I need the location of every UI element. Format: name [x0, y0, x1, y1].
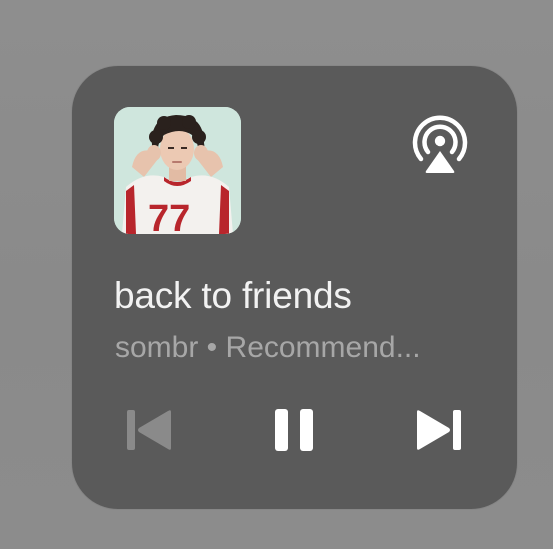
svg-text:77: 77: [148, 198, 190, 234]
previous-track-icon: [127, 410, 171, 450]
album-artwork-image: 77: [114, 107, 241, 234]
next-track-icon: [417, 410, 461, 450]
pause-button[interactable]: [265, 400, 323, 460]
playback-controls: [72, 400, 517, 460]
next-track-button[interactable]: [410, 400, 468, 460]
album-artwork[interactable]: 77: [114, 107, 241, 234]
track-title: back to friends: [114, 275, 352, 316]
pause-icon: [275, 409, 313, 451]
airplay-button[interactable]: [407, 111, 473, 177]
now-playing-widget[interactable]: 77 back to friends sombr • Recommend...: [72, 66, 517, 509]
previous-track-button[interactable]: [120, 400, 178, 460]
airplay-icon: [412, 115, 468, 173]
track-subtitle: sombr • Recommend...: [115, 331, 421, 364]
